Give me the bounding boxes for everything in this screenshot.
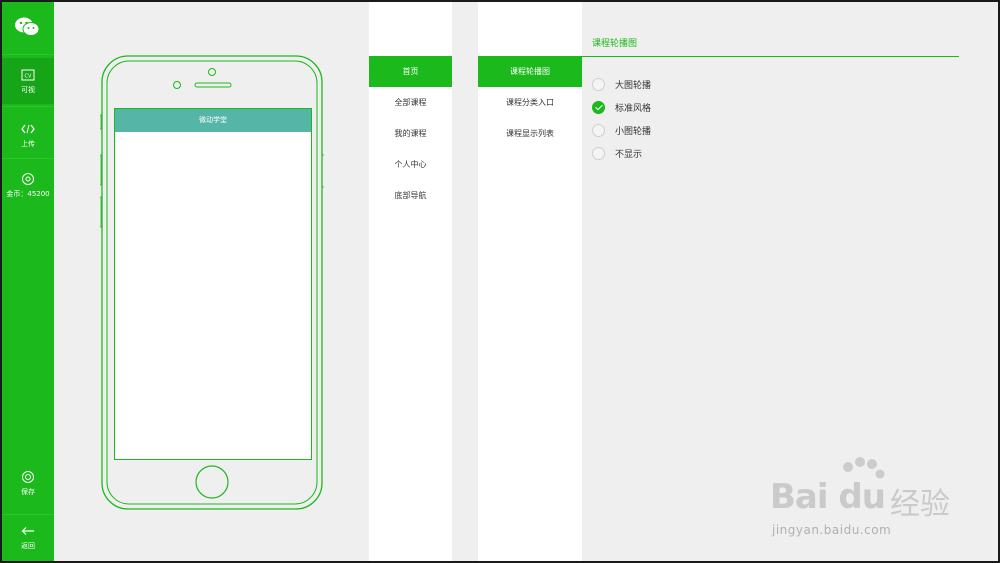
menu-item-bottom-nav[interactable]: 底部导航 — [369, 180, 452, 211]
radio-label: 小图轮播 — [615, 126, 652, 137]
phone-title: 微动学堂 — [115, 109, 311, 132]
wechat-logo-icon — [15, 17, 40, 36]
settings-divider — [582, 56, 959, 57]
save-label: 保存 — [21, 488, 35, 496]
page-menu: 首页 全部课程 我的课程 个人中心 底部导航 — [369, 2, 452, 561]
menu-item-course-list[interactable]: 课程显示列表 — [478, 118, 582, 149]
svg-text:CV: CV — [25, 74, 32, 80]
visual-icon: CV — [21, 69, 35, 81]
coin-icon — [22, 173, 34, 185]
sidebar: CV 可视 上传 金币：45200 保存 返回 — [2, 2, 54, 561]
sidebar-divider — [2, 106, 54, 107]
code-icon — [21, 124, 35, 134]
watermark-cn: 经验 — [890, 487, 950, 522]
sidebar-item-visual[interactable]: CV 可视 — [2, 58, 54, 104]
menu-item-my-courses[interactable]: 我的课程 — [369, 118, 452, 149]
back-button[interactable]: 返回 — [2, 516, 54, 562]
radio-option-large-carousel[interactable]: 大图轮播 — [592, 77, 651, 91]
menu-item-home[interactable]: 首页 — [369, 56, 452, 87]
settings-title: 课程轮播图 — [592, 39, 638, 49]
sidebar-divider — [2, 158, 54, 159]
save-button[interactable]: 保存 — [2, 464, 54, 510]
watermark-url: jingyan.baidu.com — [772, 523, 892, 537]
menu-item-all-courses[interactable]: 全部课程 — [369, 87, 452, 118]
radio-label: 不显示 — [615, 149, 643, 160]
sidebar-item-upload[interactable]: 上传 — [2, 112, 54, 158]
menu-item-course-category[interactable]: 课程分类入口 — [478, 87, 582, 118]
module-menu: 课程轮播图 课程分类入口 课程显示列表 — [478, 2, 582, 561]
watermark: Bai du 经验 jingyan.baidu.com — [770, 457, 990, 547]
radio-button[interactable] — [592, 146, 605, 160]
radio-button[interactable] — [592, 123, 605, 137]
radio-option-small-carousel[interactable]: 小图轮播 — [592, 123, 651, 137]
radio-label: 大图轮播 — [615, 80, 652, 91]
back-label: 返回 — [21, 542, 35, 550]
watermark-brand: Bai du — [770, 477, 886, 517]
sidebar-item-coins[interactable]: 金币：45200 — [2, 162, 54, 208]
radio-option-standard[interactable]: 标准风格 — [592, 100, 651, 114]
back-arrow-icon — [21, 527, 34, 535]
menu-item-course-carousel[interactable]: 课程轮播图 — [478, 56, 582, 87]
sidebar-item-label: 上传 — [21, 140, 35, 148]
app-window: CV 可视 上传 金币：45200 保存 返回 微动学堂 首页 全部课程 我的课… — [0, 0, 1000, 563]
sidebar-divider — [2, 54, 54, 55]
menu-item-profile[interactable]: 个人中心 — [369, 149, 452, 180]
coin-balance: 金币：45200 — [6, 190, 50, 198]
phone-screen: 微动学堂 — [114, 108, 312, 460]
save-icon — [22, 471, 34, 483]
radio-option-hidden[interactable]: 不显示 — [592, 146, 642, 160]
radio-label: 标准风格 — [615, 103, 652, 114]
sidebar-item-label: 可视 — [21, 86, 35, 94]
sidebar-divider — [2, 514, 54, 515]
radio-button[interactable] — [592, 77, 605, 91]
radio-button-checked[interactable] — [592, 100, 605, 114]
